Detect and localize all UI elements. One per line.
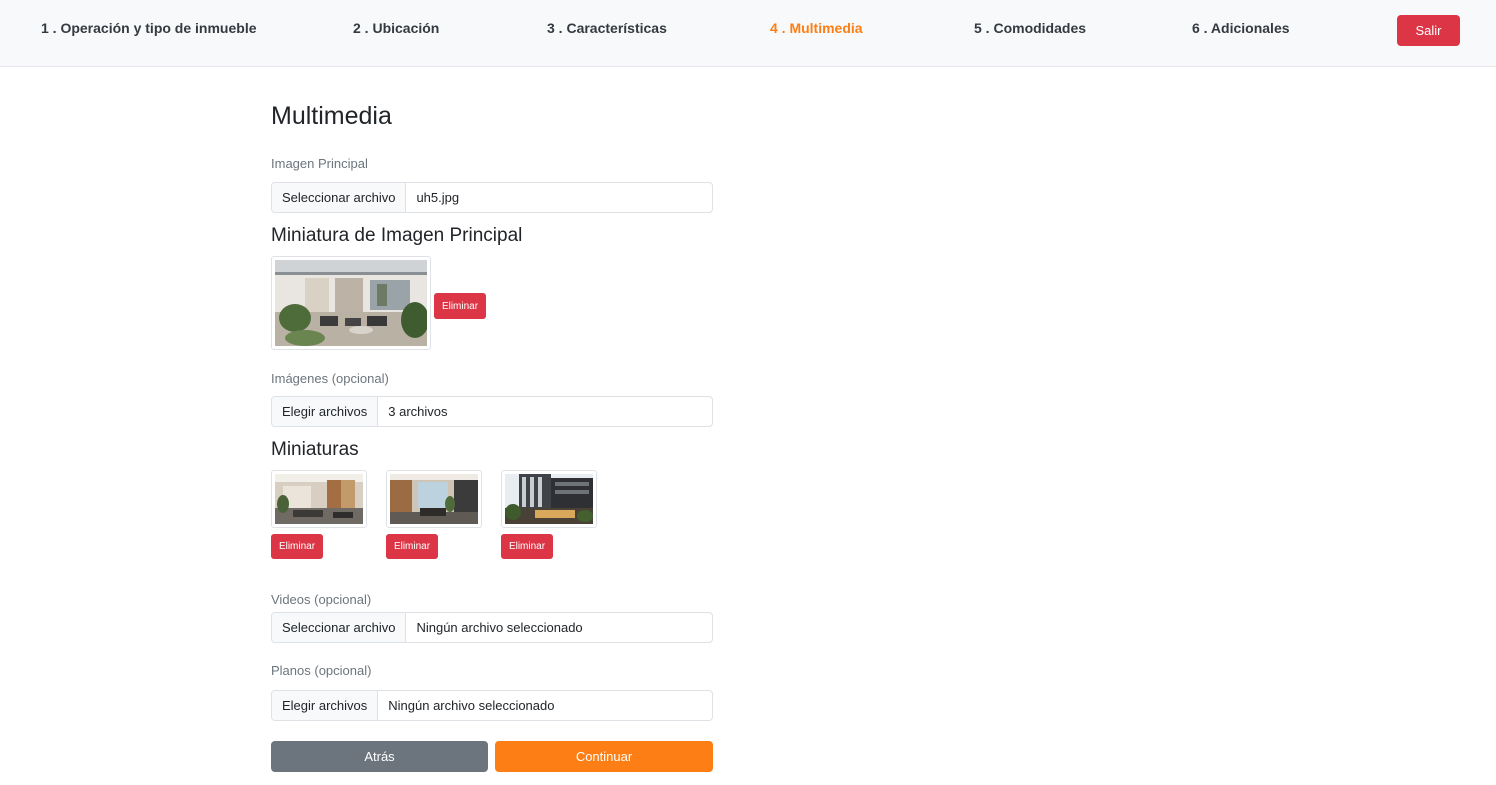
main-thumbnail-title: Miniatura de Imagen Principal: [271, 225, 523, 246]
thumbnail-delete-button[interactable]: Eliminar: [386, 534, 438, 559]
plans-file-name: Ningún archivo seleccionado: [388, 698, 555, 713]
thumbnail-image: [501, 470, 597, 528]
plans-label: Planos (opcional): [271, 663, 372, 678]
step-caracteristicas[interactable]: 3 . Características: [547, 20, 667, 36]
thumbnails-title: Miniaturas: [271, 439, 359, 460]
videos-file-input[interactable]: Seleccionar archivo Ningún archivo selec…: [271, 612, 713, 643]
plans-select-button[interactable]: Elegir archivos: [272, 691, 379, 720]
wizard-stepper: 1 . Operación y tipo de inmueble 2 . Ubi…: [0, 0, 1496, 67]
main-image-file-name: uh5.jpg: [416, 190, 460, 205]
videos-label: Videos (opcional): [271, 592, 372, 607]
thumbnail-image: [386, 470, 482, 528]
step-multimedia[interactable]: 4 . Multimedia: [770, 20, 863, 36]
thumbnail-image: [271, 470, 367, 528]
videos-select-button[interactable]: Seleccionar archivo: [272, 613, 407, 642]
step-adicionales[interactable]: 6 . Adicionales: [1192, 20, 1290, 36]
page-title: Multimedia: [271, 102, 392, 130]
thumbnail-delete-button[interactable]: Eliminar: [501, 534, 553, 559]
videos-file-name: Ningún archivo seleccionado: [416, 620, 583, 635]
main-image-select-button[interactable]: Seleccionar archivo: [272, 183, 407, 212]
step-operacion[interactable]: 1 . Operación y tipo de inmueble: [41, 20, 257, 36]
images-label: Imágenes (opcional): [271, 371, 389, 386]
main-image-label: Imagen Principal: [271, 156, 368, 171]
continue-button[interactable]: Continuar: [495, 741, 713, 772]
exit-button[interactable]: Salir: [1397, 15, 1460, 46]
images-select-button[interactable]: Elegir archivos: [272, 397, 379, 426]
main-thumbnail-delete-button[interactable]: Eliminar: [434, 293, 486, 319]
plans-file-input[interactable]: Elegir archivos Ningún archivo seleccion…: [271, 690, 713, 721]
thumbnail-delete-button[interactable]: Eliminar: [271, 534, 323, 559]
step-ubicacion[interactable]: 2 . Ubicación: [353, 20, 439, 36]
back-button[interactable]: Atrás: [271, 741, 488, 772]
images-file-input[interactable]: Elegir archivos 3 archivos: [271, 396, 713, 427]
step-comodidades[interactable]: 5 . Comodidades: [974, 20, 1086, 36]
main-thumbnail-image: [271, 256, 431, 350]
main-image-file-input[interactable]: Seleccionar archivo uh5.jpg: [271, 182, 713, 213]
images-file-name: 3 archivos: [388, 404, 448, 419]
